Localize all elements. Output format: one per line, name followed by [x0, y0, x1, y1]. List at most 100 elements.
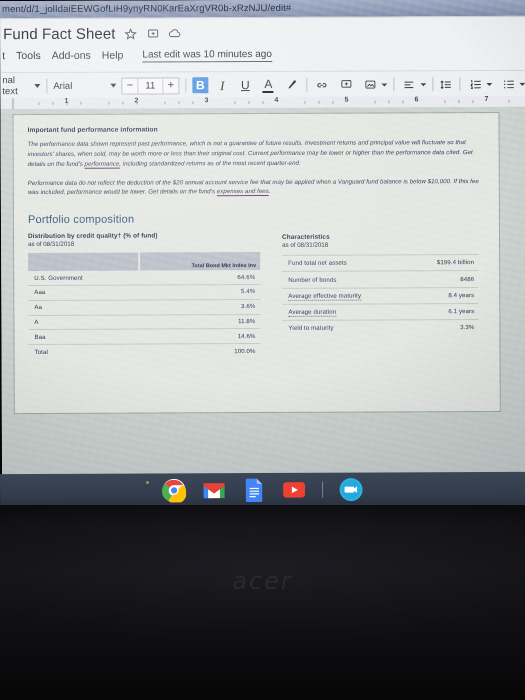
bulleted-list-icon	[499, 75, 517, 93]
composition-columns: Distribution by credit quality† (% of fu…	[28, 231, 486, 359]
disclaimer-p1-part-b: , including standardized returns as of t…	[119, 159, 301, 168]
add-comment-icon[interactable]	[337, 76, 355, 94]
table-row: Baa 14.6%	[28, 328, 261, 345]
gmail-icon[interactable]	[202, 478, 226, 502]
section-title-portfolio-composition: Portfolio composition	[27, 213, 135, 227]
brand-logo: acer	[232, 567, 293, 595]
chevron-down-icon	[110, 83, 117, 88]
table-row: Fund total net assets $199.4 billion	[282, 254, 479, 272]
camera-app-icon[interactable]	[339, 478, 363, 509]
insert-image-dropdown[interactable]	[361, 71, 388, 97]
document-page[interactable]: Important fund performance information T…	[12, 111, 501, 415]
credit-quality-table[interactable]: Total Bond Mkt Index Inv U.S. Government…	[28, 252, 261, 359]
row-label: A	[28, 314, 139, 330]
menu-item-0[interactable]: t	[2, 50, 5, 62]
row-label: Yield to maturity	[288, 324, 334, 333]
ruler-number-4: 4	[274, 96, 279, 104]
menu-item-addons[interactable]: Add-ons	[52, 50, 91, 62]
chevron-down-icon	[34, 83, 41, 88]
cloud-status-icon[interactable]	[169, 27, 182, 40]
characteristics-table[interactable]: Fund total net assets $199.4 billion Num…	[282, 254, 479, 337]
doc-title[interactable]: Fund Fact Sheet	[3, 25, 115, 42]
table-row: U.S. Government 64.6%	[28, 270, 261, 286]
chevron-down-icon	[519, 82, 525, 86]
document-canvas[interactable]: Important fund performance information T…	[0, 106, 525, 499]
italic-button[interactable]: I	[213, 76, 231, 94]
row-value: 3.6%	[138, 299, 261, 315]
screen-dust-speck	[146, 481, 149, 484]
bold-button[interactable]: B	[192, 77, 209, 94]
table-row: Number of bonds 8486	[282, 271, 479, 289]
characteristics-subtitle: Characteristics	[282, 234, 330, 242]
line-spacing-icon[interactable]	[439, 75, 453, 93]
youtube-icon[interactable]	[282, 478, 306, 502]
row-label: Number of bonds	[282, 271, 402, 289]
toolbar-divider	[185, 78, 187, 93]
bulleted-list-dropdown[interactable]	[499, 71, 525, 97]
star-icon[interactable]	[124, 27, 138, 40]
google-docs-icon[interactable]	[242, 478, 266, 503]
toolbar-divider	[432, 77, 434, 92]
highlight-pen-icon[interactable]	[282, 76, 300, 94]
table-row: Yield to maturity 3.3%	[282, 320, 478, 337]
performance-link[interactable]: performance	[84, 160, 120, 169]
table-header-row: Total Bond Mkt Index Inv	[28, 252, 261, 272]
font-family-dropdown[interactable]: Arial	[53, 73, 117, 99]
row-value: 11.8%	[138, 314, 261, 330]
disclaimer-paragraph-1: The performance data shown represent pas…	[28, 138, 485, 170]
font-size-value[interactable]: 11	[137, 77, 164, 94]
row-value: 14.6%	[138, 328, 261, 345]
row-value: 8486	[401, 271, 479, 288]
text-align-dropdown[interactable]	[400, 71, 427, 97]
docs-menu-bar: t Tools Add-ons Help Last edit was 10 mi…	[0, 45, 272, 66]
font-size-stepper[interactable]: − 11 +	[121, 76, 180, 95]
last-edit-status[interactable]: Last edit was 10 minutes ago	[142, 48, 272, 63]
font-size-increase-button[interactable]: +	[163, 78, 178, 93]
credit-quality-subtitle: Distribution by credit quality† (% of fu…	[28, 232, 158, 241]
row-label: Total	[34, 348, 48, 356]
chrome-icon[interactable]	[162, 478, 187, 509]
ruler-number-3: 3	[204, 97, 209, 105]
chevron-down-icon	[381, 82, 388, 86]
ruler-number-6: 6	[414, 96, 419, 104]
laptop-screen: ment/d/1_jolIdaiEEWGofLiH9ynyRN0KarEaXrg…	[0, 0, 525, 499]
docs-header: Fund Fact Sheet t Tools Add-ons Help Las…	[0, 15, 525, 74]
credit-quality-block: Distribution by credit quality† (% of fu…	[28, 232, 261, 359]
chevron-down-icon	[420, 82, 427, 86]
row-label: Average effective maturity	[288, 292, 362, 301]
numbered-list-icon	[466, 75, 484, 93]
laptop-bezel: acer	[0, 505, 525, 700]
ruler-number-1: 1	[64, 97, 69, 105]
ruler-number-5: 5	[344, 96, 349, 104]
move-to-folder-icon[interactable]	[147, 27, 160, 40]
ruler-left-margin-marker[interactable]	[12, 98, 14, 110]
row-label: Baa	[28, 329, 140, 345]
insert-link-icon[interactable]	[313, 76, 331, 94]
numbered-list-dropdown[interactable]	[466, 71, 493, 97]
underline-button[interactable]: U	[236, 76, 254, 94]
url-text: ment/d/1_jolIdaiEEWGofLiH9ynyRN0KarEaXrg…	[2, 2, 292, 16]
chevron-down-icon	[486, 82, 493, 86]
toolbar-divider	[46, 78, 48, 93]
toolbar-divider	[393, 77, 395, 92]
doc-title-row: Fund Fact Sheet	[0, 22, 182, 45]
characteristics-block: Characteristics as of 08/31/2018 Fund to…	[282, 231, 479, 358]
disclaimer-paragraph-2: Performance data do not reflect the dedu…	[28, 177, 485, 199]
text-color-button[interactable]: A	[259, 76, 277, 94]
expenses-and-fees-link[interactable]: expenses and fees	[216, 188, 269, 197]
row-value: 5.4%	[138, 284, 261, 300]
credit-quality-column-header: Total Bond Mkt Index Inv	[138, 252, 261, 271]
menu-item-help[interactable]: Help	[102, 50, 124, 62]
font-size-decrease-button[interactable]: −	[122, 78, 137, 93]
menu-item-tools[interactable]: Tools	[16, 50, 41, 62]
insert-image-icon	[361, 75, 379, 93]
text-color-label: A	[264, 76, 273, 91]
docs-toolbar: nal text Arial − 11 + B I U A	[0, 69, 525, 100]
characteristics-as-of: as of 08/31/2018	[282, 242, 329, 250]
table-row: Aaa 5.4%	[28, 284, 261, 301]
row-label: Average duration	[288, 308, 337, 317]
bezel-sheen	[0, 505, 525, 700]
paragraph-style-dropdown[interactable]: nal text	[0, 73, 41, 99]
table-row: Average effective maturity 8.4 years	[282, 287, 479, 305]
row-value: 64.6%	[138, 270, 261, 286]
